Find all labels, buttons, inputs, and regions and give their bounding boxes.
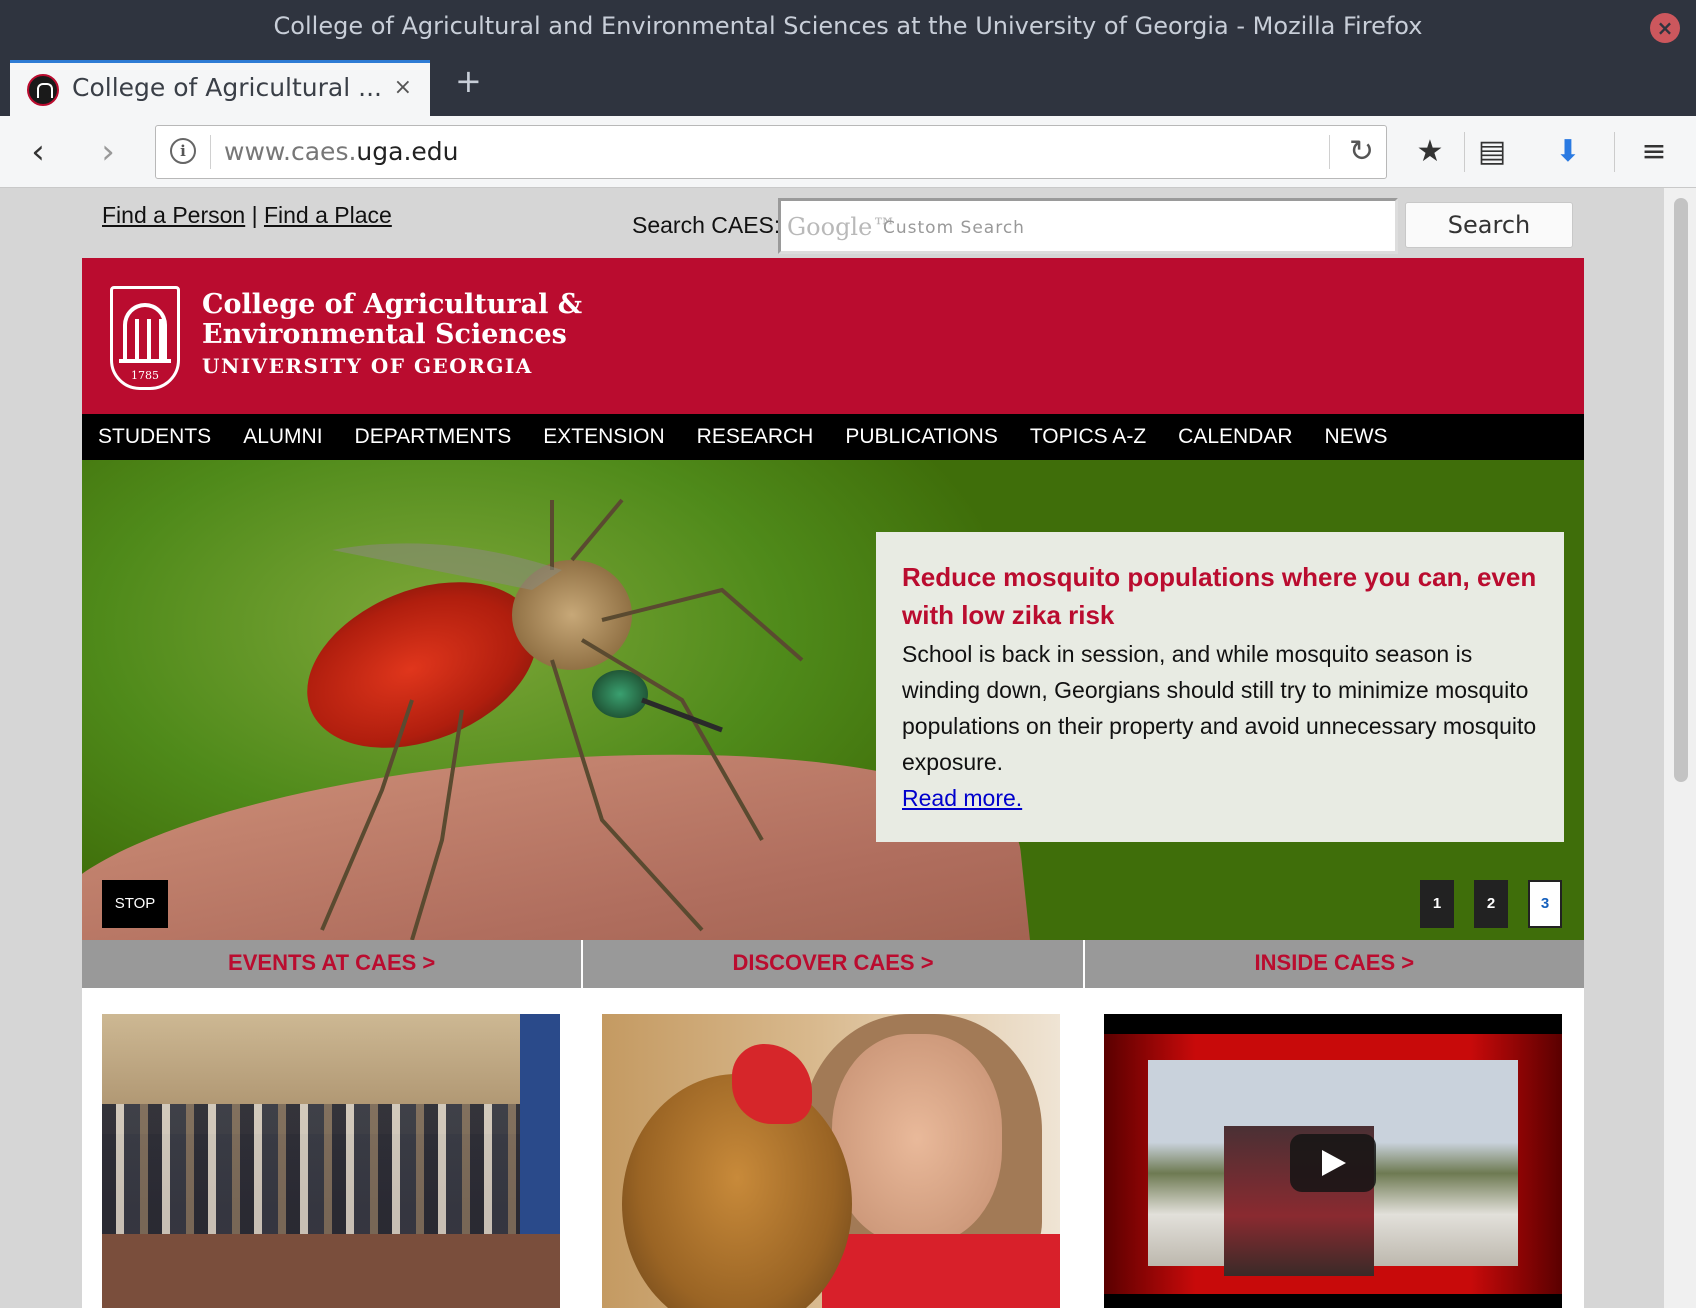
site-container: 1785 College of Agricultural & Environme… [82, 258, 1584, 1308]
url-domain: uga.edu [356, 137, 459, 166]
slide-title[interactable]: Reduce mosquito populations where you ca… [902, 558, 1538, 634]
tab-title: College of Agricultural ... [72, 73, 382, 102]
browser-tab[interactable]: College of Agricultural ... × [10, 60, 430, 116]
college-name-line1: College of Agricultural & [202, 289, 583, 320]
utility-separator: | [251, 202, 258, 228]
events-photo-banner [520, 1014, 560, 1234]
tab-inside-caes[interactable]: INSIDE CAES > [1082, 940, 1584, 988]
video-play-icon[interactable] [1290, 1134, 1376, 1192]
hero-slideshow: Reduce mosquito populations where you ca… [82, 460, 1584, 940]
back-button[interactable]: ‹ [16, 130, 60, 174]
slideshow-stop-button[interactable]: STOP [102, 880, 168, 928]
mosquito-photo [82, 460, 1033, 940]
urlbar-divider-right [1329, 135, 1330, 169]
logo-column [147, 319, 151, 359]
mosquito-legs [320, 498, 804, 940]
nav-topics-a-z[interactable]: TOPICS A-Z [1030, 414, 1146, 460]
discover-photo-face [832, 1034, 1002, 1244]
scrollbar-thumb[interactable] [1674, 198, 1688, 782]
find-person-link[interactable]: Find a Person [102, 202, 245, 228]
find-place-link[interactable]: Find a Place [264, 202, 392, 228]
toolbar-divider [1464, 132, 1465, 172]
inside-video[interactable] [1104, 1014, 1562, 1308]
logo-base [119, 359, 171, 363]
logo-year: 1785 [131, 369, 159, 382]
logo-column [159, 319, 163, 359]
slide-body: School is back in session, and while mos… [902, 641, 1537, 775]
reload-icon[interactable]: ↻ [1349, 134, 1374, 169]
slide-caption: Reduce mosquito populations where you ca… [876, 532, 1564, 842]
window-title: College of Agricultural and Environmenta… [273, 12, 1423, 40]
page-scrollbar[interactable] [1664, 188, 1696, 1308]
logo-column [135, 319, 139, 359]
window-titlebar: College of Agricultural and Environmenta… [0, 0, 1696, 56]
tab-events-at-caes[interactable]: EVENTS AT CAES > [82, 940, 581, 988]
urlbar-divider [210, 135, 211, 169]
toolbar-divider [1614, 132, 1615, 172]
site-info-icon[interactable]: i [170, 138, 196, 164]
tab-discover-caes[interactable]: DISCOVER CAES > [581, 940, 1082, 988]
college-name-line2: Environmental Sciences [202, 319, 567, 350]
google-logo: Google™ [787, 213, 897, 241]
slide-page-1[interactable]: 1 [1420, 880, 1454, 928]
discover-photo-shirt [822, 1234, 1060, 1308]
feature-tabs: EVENTS AT CAES > DISCOVER CAES > INSIDE … [82, 940, 1584, 988]
uga-favicon-icon [27, 74, 59, 106]
bookmark-star-icon[interactable]: ★ [1410, 132, 1450, 172]
discover-photo-comb [732, 1044, 812, 1124]
window-close-icon[interactable]: × [1650, 13, 1680, 43]
search-button[interactable]: Search [1405, 202, 1573, 248]
search-input[interactable]: Google™ Custom Search [778, 198, 1398, 254]
nav-news[interactable]: NEWS [1325, 414, 1388, 460]
events-photo[interactable] [102, 1014, 560, 1308]
url-text[interactable]: www.caes.uga.edu [224, 137, 459, 166]
nav-departments[interactable]: DEPARTMENTS [355, 414, 512, 460]
reading-list-icon[interactable]: ▤ [1472, 132, 1512, 172]
url-bar[interactable]: i www.caes.uga.edu ↻ [155, 125, 1387, 179]
nav-students[interactable]: STUDENTS [98, 414, 211, 460]
tab-close-icon[interactable]: × [394, 75, 412, 100]
search-placeholder: Custom Search [883, 218, 1025, 238]
uga-arch-logo-icon[interactable]: 1785 [110, 286, 180, 390]
page-viewport: Find a Person | Find a Place Search CAES… [0, 188, 1664, 1308]
university-name: UNIVERSITY OF GEORGIA [202, 354, 533, 378]
slide-page-3[interactable]: 3 [1528, 880, 1562, 928]
nav-extension[interactable]: EXTENSION [543, 414, 664, 460]
college-name[interactable]: College of Agricultural & Environmental … [202, 290, 582, 350]
events-photo-crowd [102, 1104, 560, 1244]
tab-strip: College of Agricultural ... × + [0, 56, 1696, 116]
download-arrow-icon[interactable]: ⬇ [1548, 132, 1588, 172]
new-tab-button[interactable]: + [455, 62, 482, 100]
nav-research[interactable]: RESEARCH [697, 414, 814, 460]
nav-alumni[interactable]: ALUMNI [243, 414, 322, 460]
forward-button[interactable]: › [86, 130, 130, 174]
utility-links: Find a Person | Find a Place [102, 202, 392, 229]
discover-photo[interactable] [602, 1014, 1060, 1308]
events-photo-floor [102, 1234, 560, 1308]
read-more-link[interactable]: Read more. [902, 785, 1022, 811]
search-label: Search CAES: [632, 212, 781, 238]
main-navigation: STUDENTS ALUMNI DEPARTMENTS EXTENSION RE… [82, 414, 1584, 460]
nav-publications[interactable]: PUBLICATIONS [845, 414, 997, 460]
masthead: 1785 College of Agricultural & Environme… [82, 258, 1584, 414]
slide-page-2[interactable]: 2 [1474, 880, 1508, 928]
navigation-toolbar: ‹ › i www.caes.uga.edu ↻ ★ ▤ ⬇ ≡ [0, 116, 1696, 188]
nav-calendar[interactable]: CALENDAR [1178, 414, 1292, 460]
url-prefix: www.caes. [224, 137, 357, 166]
hamburger-menu-icon[interactable]: ≡ [1634, 132, 1674, 172]
